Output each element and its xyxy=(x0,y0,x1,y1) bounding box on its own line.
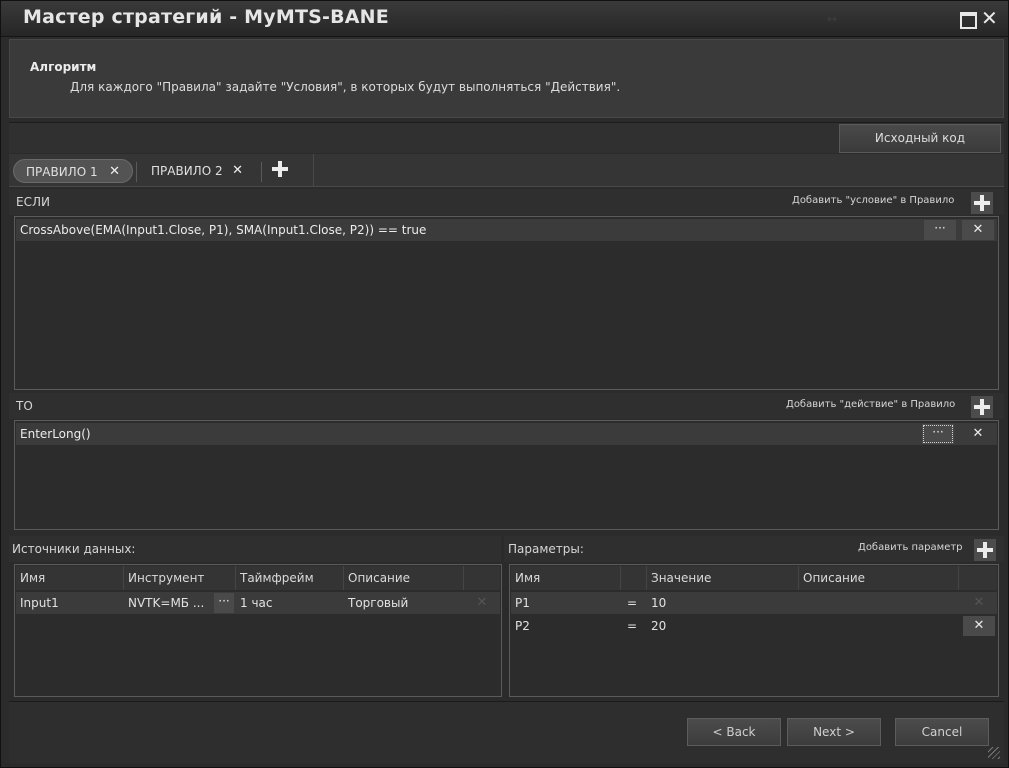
strategy-wizard-window: Мастер стратегий - MyMTS-BANE ↔ ✕ Алгори… xyxy=(0,0,1009,768)
source-name: Input1 xyxy=(20,596,59,610)
data-sources-grid: Имя Инструмент Таймфрейм Описание Input1… xyxy=(14,564,502,697)
condition-row[interactable]: CrossAbove(EMA(Input1.Close, P1), SMA(In… xyxy=(16,219,997,241)
plus-icon xyxy=(271,160,289,178)
column-header[interactable]: Таймфрейм xyxy=(236,566,344,590)
parameters-label: Параметры: xyxy=(508,542,584,556)
close-tab-icon[interactable]: ✕ xyxy=(109,160,120,184)
source-description: Торговый xyxy=(348,596,409,610)
edit-condition-button[interactable]: ··· xyxy=(924,220,956,240)
next-button[interactable]: Next > xyxy=(787,718,881,746)
tab-rule-2[interactable]: ПРАВИЛО 2 ✕ xyxy=(139,159,259,183)
tab-divider xyxy=(136,162,137,182)
action-row[interactable]: EnterLong() ··· ✕ xyxy=(16,423,997,445)
column-header[interactable]: Инструмент xyxy=(124,566,236,590)
column-header[interactable]: Описание xyxy=(344,566,464,590)
add-parameter-link[interactable]: Добавить параметр xyxy=(858,542,963,553)
add-action-link[interactable]: Добавить "действие" в Правило xyxy=(786,399,955,410)
column-header[interactable]: Описание xyxy=(799,566,959,590)
data-sources-label: Источники данных: xyxy=(12,542,136,556)
param-name: P1 xyxy=(515,596,530,610)
param-value[interactable]: 10 xyxy=(647,592,799,614)
delete-source-button[interactable]: ✕ xyxy=(466,593,498,613)
add-rule-button[interactable] xyxy=(271,160,293,182)
data-sources-header: Источники данных: xyxy=(9,536,501,562)
then-section-header: ТО Добавить "действие" в Правило xyxy=(9,393,1004,419)
tab-divider xyxy=(261,162,262,182)
source-toolbar: Исходный код xyxy=(9,122,1004,153)
param-name: P2 xyxy=(515,619,530,633)
window-title: Мастер стратегий - MyMTS-BANE xyxy=(23,6,389,28)
edit-action-button[interactable]: ··· xyxy=(922,424,954,444)
param-equals: = xyxy=(627,619,638,633)
back-button[interactable]: < Back xyxy=(687,718,781,746)
wizard-footer: < Back Next > Cancel xyxy=(9,701,1004,763)
page-title: Алгоритм xyxy=(30,60,97,74)
table-row[interactable]: Input1 NVTK=МБ ... ··· 1 час Торговый ✕ xyxy=(16,592,500,614)
page-description: Для каждого "Правила" задайте "Условия",… xyxy=(70,80,621,94)
column-header[interactable]: Значение xyxy=(647,566,799,590)
conditions-panel: CrossAbove(EMA(Input1.Close, P1), SMA(In… xyxy=(14,216,999,390)
parameters-header: Параметры: Добавить параметр xyxy=(504,536,1004,562)
resize-grip-icon[interactable] xyxy=(988,747,1000,759)
column-header[interactable]: Имя xyxy=(16,566,124,590)
param-equals: = xyxy=(627,596,638,610)
pick-instrument-button[interactable]: ··· xyxy=(214,593,234,613)
close-tab-icon[interactable]: ✕ xyxy=(232,159,243,183)
if-label: ЕСЛИ xyxy=(16,195,50,209)
param-value[interactable]: 20 xyxy=(647,615,799,637)
add-condition-button[interactable] xyxy=(971,192,993,214)
param-description[interactable] xyxy=(799,615,959,637)
tab-label: ПРАВИЛО 1 xyxy=(26,165,98,179)
close-window-button[interactable]: ✕ xyxy=(981,8,999,28)
delete-action-button[interactable]: ✕ xyxy=(962,424,994,444)
condition-expression: CrossAbove(EMA(Input1.Close, P1), SMA(In… xyxy=(20,223,427,237)
wizard-header: Алгоритм Для каждого "Правила" задайте "… xyxy=(9,39,1004,118)
drag-handle-icon[interactable]: ↔ xyxy=(827,12,837,26)
tab-rule-1[interactable]: ПРАВИЛО 1 ✕ xyxy=(13,159,133,183)
add-action-button[interactable] xyxy=(971,396,993,418)
column-header xyxy=(621,566,647,590)
actions-panel: EnterLong() ··· ✕ xyxy=(14,420,999,530)
rule-tabs: ПРАВИЛО 1 ✕ ПРАВИЛО 2 ✕ xyxy=(9,154,1004,187)
maximize-button[interactable] xyxy=(958,9,977,29)
grid-header: Имя Значение Описание xyxy=(511,566,997,590)
grid-header: Имя Инструмент Таймфрейм Описание xyxy=(16,566,500,590)
source-instrument: NVTK=МБ ... xyxy=(128,596,205,610)
plus-icon xyxy=(973,194,991,212)
action-expression: EnterLong() xyxy=(20,427,91,441)
tab-label: ПРАВИЛО 2 xyxy=(151,164,223,178)
plus-icon xyxy=(976,541,994,559)
parameters-grid: Имя Значение Описание P1 = 10 ✕ P2 = 20 … xyxy=(509,564,999,697)
if-section-header: ЕСЛИ Добавить "условие" в Правило xyxy=(9,189,1004,215)
cancel-button[interactable]: Cancel xyxy=(895,718,989,746)
param-description[interactable] xyxy=(799,592,959,614)
delete-parameter-button[interactable]: ✕ xyxy=(963,616,995,636)
column-header[interactable]: Имя xyxy=(511,566,621,590)
plus-icon xyxy=(973,398,991,416)
table-row[interactable]: P2 = 20 ✕ xyxy=(511,615,997,637)
then-label: ТО xyxy=(16,399,33,413)
delete-condition-button[interactable]: ✕ xyxy=(962,220,994,240)
source-code-button[interactable]: Исходный код xyxy=(839,124,1001,153)
tab-divider xyxy=(313,154,314,187)
add-parameter-button[interactable] xyxy=(974,539,996,561)
delete-parameter-button[interactable]: ✕ xyxy=(963,593,995,613)
title-bar[interactable]: Мастер стратегий - MyMTS-BANE ↔ ✕ xyxy=(1,1,1008,37)
add-condition-link[interactable]: Добавить "условие" в Правило xyxy=(792,195,954,206)
table-row[interactable]: P1 = 10 ✕ xyxy=(511,592,997,614)
source-timeframe: 1 час xyxy=(240,596,273,610)
